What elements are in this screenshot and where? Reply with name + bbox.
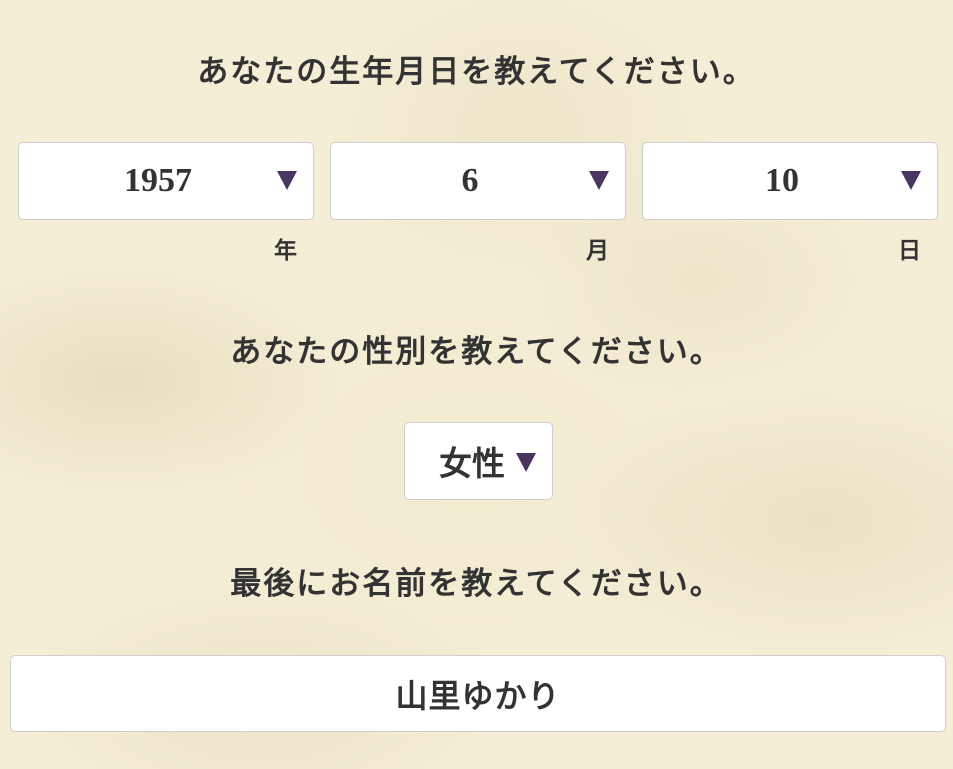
- year-select[interactable]: 1957: [18, 142, 314, 220]
- month-select[interactable]: 6: [330, 142, 626, 220]
- month-value: 6: [461, 162, 479, 199]
- birthdate-heading: あなたの生年月日を教えてください。: [197, 54, 756, 90]
- dropdown-arrow-icon: [516, 453, 536, 472]
- day-value: 10: [765, 162, 799, 199]
- dropdown-arrow-icon: [901, 171, 921, 190]
- year-unit-label: 年: [274, 237, 297, 264]
- dropdown-arrow-icon: [277, 171, 297, 190]
- month-unit-label: 月: [586, 237, 609, 264]
- day-select[interactable]: 10: [642, 142, 938, 220]
- gender-heading: あなたの性別を教えてください。: [230, 334, 723, 370]
- dropdown-arrow-icon: [589, 171, 609, 190]
- day-unit-label: 日: [898, 237, 921, 264]
- name-heading: 最後にお名前を教えてください。: [230, 566, 723, 602]
- year-value: 1957: [124, 162, 192, 199]
- name-input[interactable]: 山里ゆかり: [10, 655, 946, 732]
- gender-select[interactable]: 女性: [404, 422, 553, 500]
